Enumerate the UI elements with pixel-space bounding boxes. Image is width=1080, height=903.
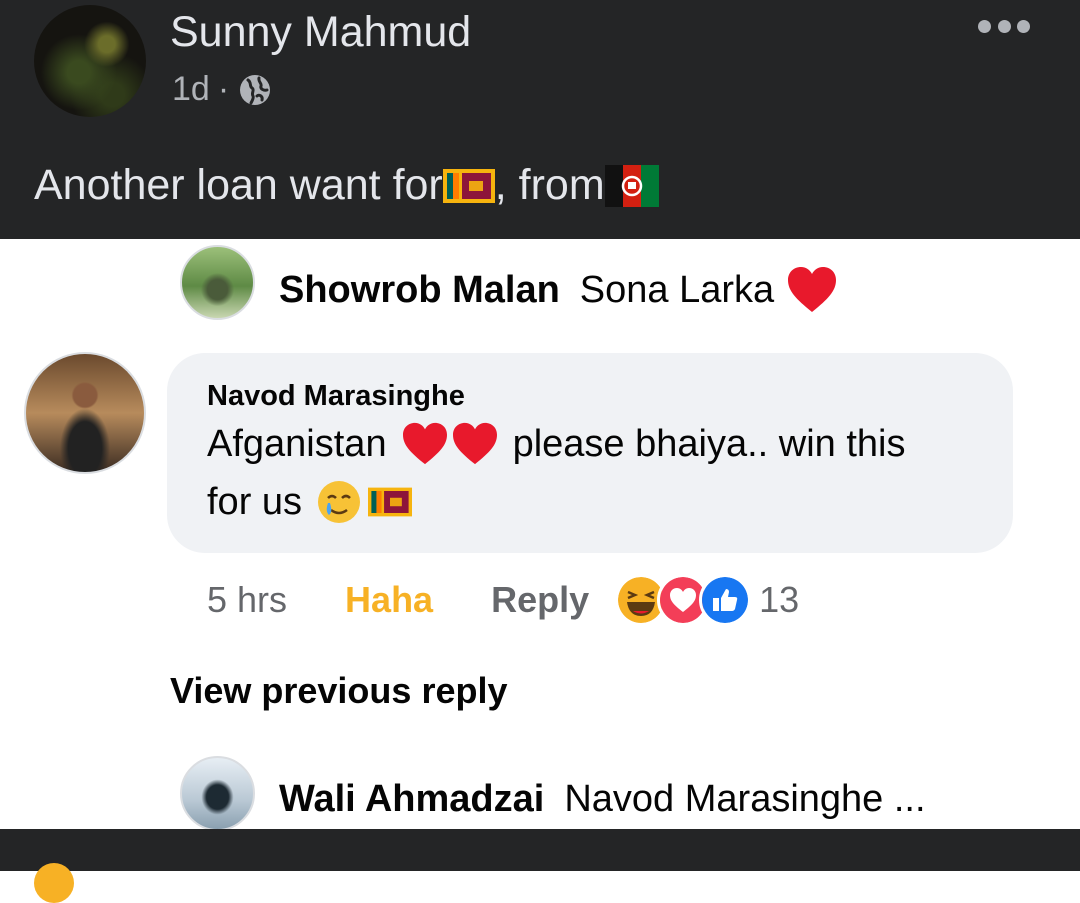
reply-author[interactable]: Wali Ahmadzai [279, 778, 544, 820]
sri-lanka-flag-icon [368, 487, 413, 517]
post-text-part2: , from [494, 161, 605, 209]
comment-author[interactable]: Navod Marasinghe [207, 380, 465, 413]
view-previous-reply-link[interactable]: View previous reply [170, 670, 507, 712]
commenter-avatar[interactable] [180, 756, 255, 831]
comment-author[interactable]: Showrob Malan [279, 269, 560, 312]
comment-text-b: please bhaiya.. win this [512, 422, 906, 465]
reply-text: Navod Marasinghe ... [564, 778, 926, 820]
reaction-count: 13 [759, 579, 800, 620]
comment-text-line2: for us [207, 479, 413, 525]
afghanistan-flag-icon [604, 164, 659, 207]
next-post-bar [0, 829, 1080, 871]
comment-text: Sona Larka [579, 268, 775, 311]
post-author-name[interactable]: Sunny Mahmud [170, 8, 471, 57]
crying-face-icon [318, 481, 361, 523]
meta-separator: · [217, 70, 230, 108]
sri-lanka-flag-icon [442, 168, 495, 203]
haha-reaction-button[interactable]: Haha [345, 579, 433, 621]
dot-icon [997, 19, 1011, 33]
post-author-avatar[interactable] [34, 5, 146, 117]
red-heart-icon [402, 422, 447, 465]
post-meta: 1d · [172, 70, 271, 109]
comment-text-c: for us [207, 480, 303, 523]
comment-text-a: Afganistan [207, 422, 387, 465]
red-heart-icon [452, 422, 497, 465]
next-post-avatar [34, 863, 74, 903]
reply-preview[interactable]: Wali Ahmadzai Navod Marasinghe ... [279, 778, 926, 821]
comment-actions: 5 hrs Haha Reply 13 [207, 574, 799, 626]
post-text-part1: Another loan want for [34, 161, 443, 209]
like-icon [699, 574, 752, 626]
comment-showrob: Showrob Malan Sona Larka [279, 266, 838, 314]
red-heart-icon [788, 267, 837, 312]
globe-icon [240, 74, 271, 105]
commenter-avatar[interactable] [24, 352, 146, 474]
dot-icon [978, 19, 991, 33]
commenter-avatar[interactable] [180, 245, 255, 320]
post-text: Another loan want for , from [34, 161, 659, 210]
more-options-button[interactable] [978, 14, 1030, 38]
comment-text-line1: Afganistan please bhaiya.. win this [207, 422, 905, 466]
comment-time[interactable]: 5 hrs [207, 579, 287, 621]
reaction-summary[interactable]: 13 [615, 574, 799, 626]
reply-button[interactable]: Reply [491, 579, 589, 621]
post-time[interactable]: 1d [172, 70, 210, 109]
dot-icon [1017, 19, 1030, 33]
